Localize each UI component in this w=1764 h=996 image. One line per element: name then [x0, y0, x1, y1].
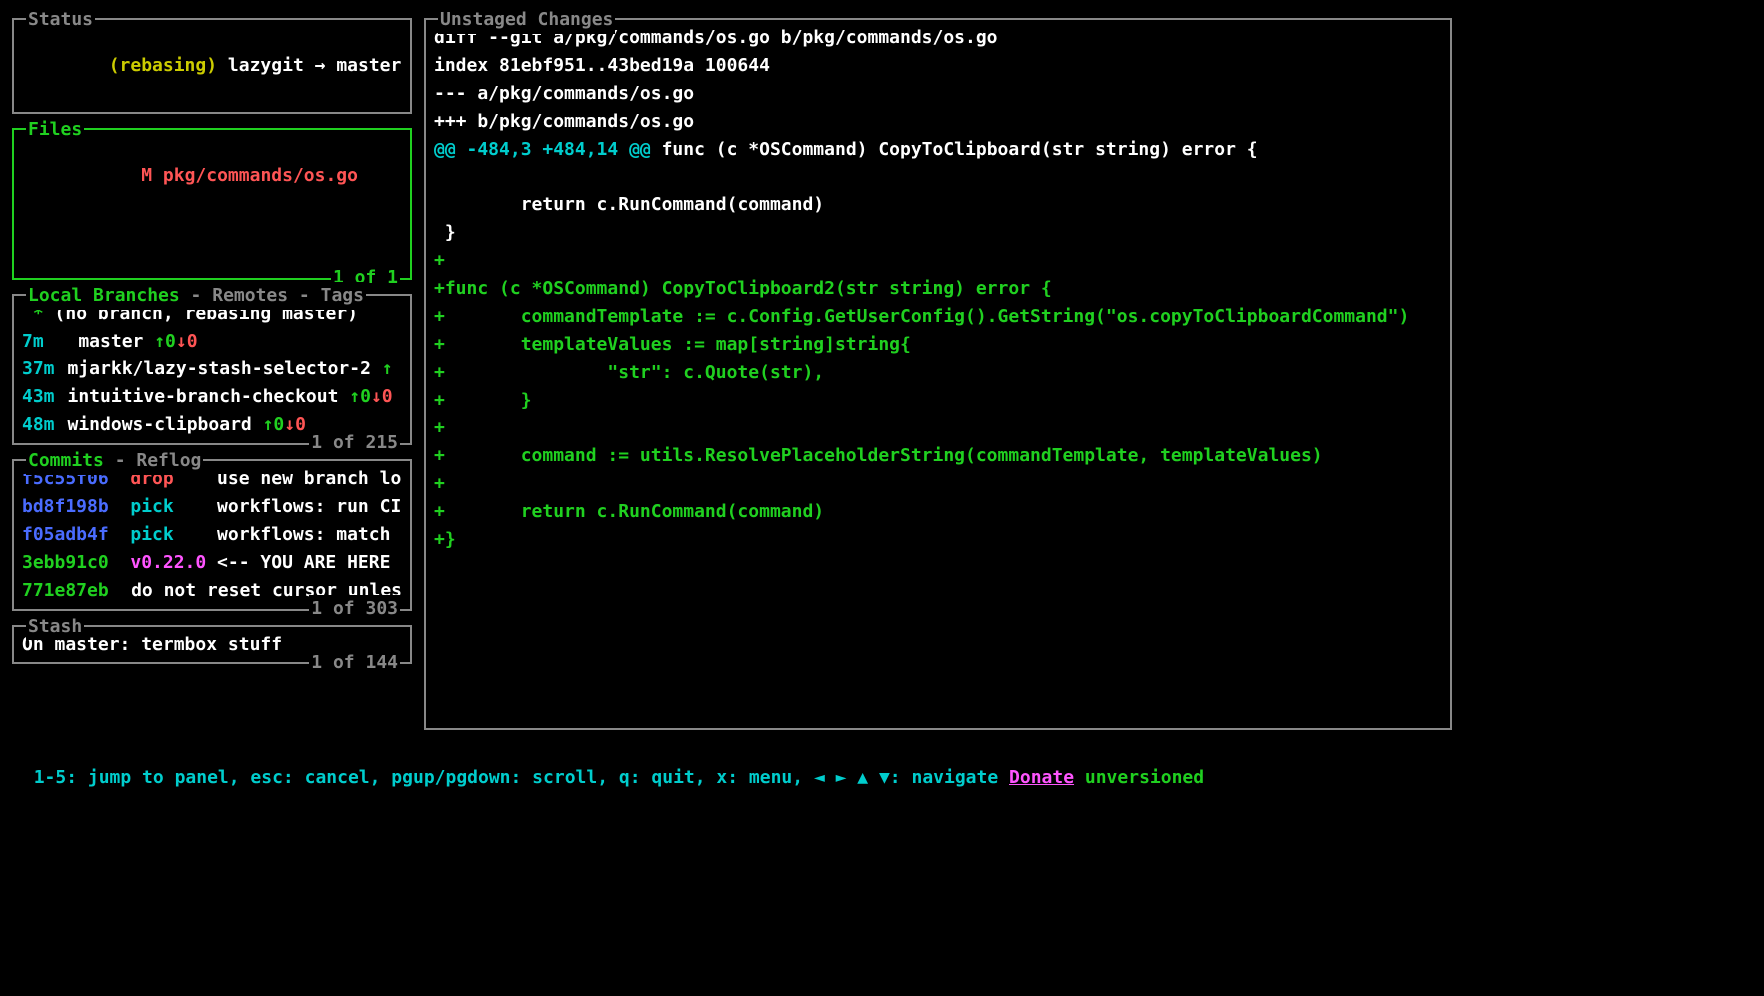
diff-line: + command := utils.ResolvePlaceholderStr…: [434, 442, 1442, 470]
diff-line: +++ b/pkg/commands/os.go: [434, 108, 1442, 136]
status-line: (rebasing) lazygit → master: [22, 24, 402, 108]
stash-footer: 1 of 144: [309, 649, 400, 677]
help-bar: 1-5: jump to panel, esc: cancel, pgup/pg…: [12, 736, 1452, 792]
commits-body: f5c55f06 drop use new branch lobd8f198b …: [22, 465, 402, 604]
branch-row[interactable]: 37m mjarkk/lazy-stash-selector-2 ↑: [22, 355, 402, 383]
branch-row[interactable]: 43m intuitive-branch-checkout ↑0↓0: [22, 383, 402, 411]
status-panel[interactable]: Status (rebasing) lazygit → master: [12, 18, 412, 114]
diff-line: + return c.RunCommand(command): [434, 498, 1442, 526]
status-title: Status: [26, 6, 95, 34]
commit-row[interactable]: bd8f198b pick workflows: run CI: [22, 493, 402, 521]
diff-line: +: [434, 414, 1442, 442]
commit-row[interactable]: f05adb4f pick workflows: match: [22, 521, 402, 549]
stash-panel[interactable]: Stash On master: termbox stuff 1 of 144: [12, 625, 412, 665]
diff-line: +: [434, 247, 1442, 275]
diff-line: @@ -484,3 +484,14 @@ func (c *OSCommand)…: [434, 136, 1442, 164]
diff-line: + }: [434, 387, 1442, 415]
files-title: Files: [26, 116, 84, 144]
diff-body: diff --git a/pkg/commands/os.go b/pkg/co…: [434, 24, 1442, 724]
diff-line: index 81ebf951..43bed19a 100644: [434, 52, 1442, 80]
branches-panel[interactable]: Local Branches - Remotes - Tags * (no br…: [12, 294, 412, 445]
commits-footer: 1 of 303: [309, 595, 400, 623]
stash-title: Stash: [26, 613, 84, 641]
commits-title: Commits - Reflog: [26, 447, 203, 475]
diff-line: + commandTemplate := c.Config.GetUserCon…: [434, 303, 1442, 331]
diff-line: [434, 163, 1442, 191]
branches-body: * (no branch, rebasing master)7m master …: [22, 300, 402, 439]
commits-panel[interactable]: Commits - Reflog f5c55f06 drop use new b…: [12, 459, 412, 610]
branch-row[interactable]: 7m master ↑0↓0: [22, 328, 402, 356]
branches-title: Local Branches - Remotes - Tags: [26, 282, 366, 310]
diff-title: Unstaged Changes: [438, 6, 615, 34]
donate-link[interactable]: Donate: [1009, 767, 1074, 788]
diff-line: +: [434, 470, 1442, 498]
diff-line: + templateValues := map[string]string{: [434, 331, 1442, 359]
file-row[interactable]: M pkg/commands/os.go: [22, 134, 402, 218]
diff-line: return c.RunCommand(command): [434, 191, 1442, 219]
diff-line: }: [434, 219, 1442, 247]
diff-line: +}: [434, 526, 1442, 554]
diff-line: + "str": c.Quote(str),: [434, 359, 1442, 387]
commit-row[interactable]: 3ebb91c0 v0.22.0 <-- YOU ARE HERE: [22, 549, 402, 577]
diff-panel[interactable]: Unstaged Changes diff --git a/pkg/comman…: [424, 18, 1452, 730]
diff-line: --- a/pkg/commands/os.go: [434, 80, 1442, 108]
branches-footer: 1 of 215: [309, 429, 400, 457]
files-panel[interactable]: Files M pkg/commands/os.go 1 of 1: [12, 128, 412, 280]
diff-line: +func (c *OSCommand) CopyToClipboard2(st…: [434, 275, 1442, 303]
